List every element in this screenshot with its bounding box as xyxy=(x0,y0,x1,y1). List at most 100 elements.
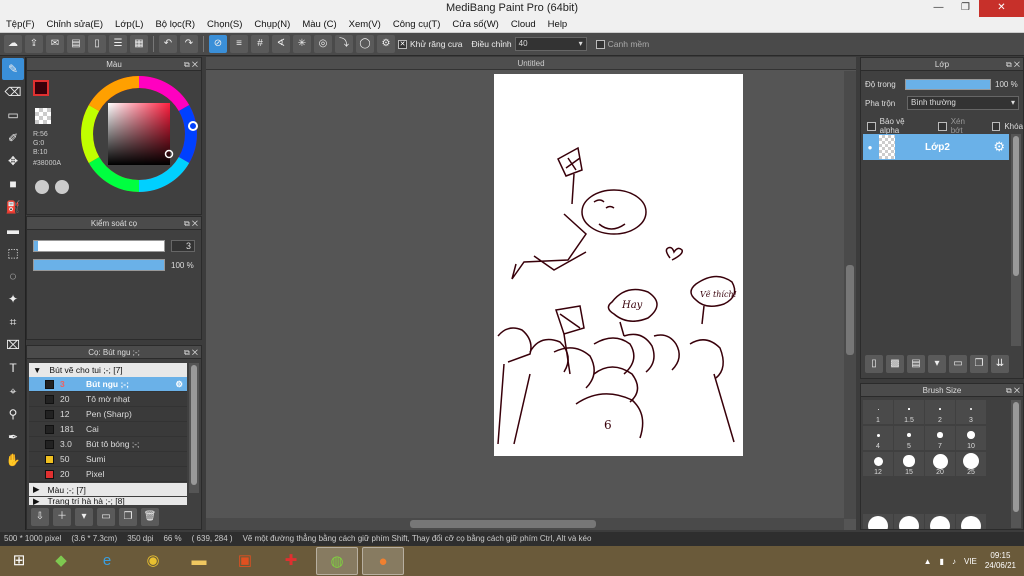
brush-size-preset[interactable]: 10 xyxy=(956,426,986,450)
trash-icon[interactable]: 🗑 xyxy=(141,508,159,526)
rectangle-tool-icon[interactable]: ▭ xyxy=(2,104,24,126)
cloud-icon[interactable]: ☁ xyxy=(4,35,22,53)
stroke-tool-icon[interactable]: ✐ xyxy=(2,127,24,149)
layer-opacity-slider[interactable] xyxy=(905,79,991,90)
comment-icon[interactable]: ✉ xyxy=(46,35,64,53)
duplicate-layer-icon[interactable]: ❐ xyxy=(970,355,988,373)
brush-size-slider[interactable] xyxy=(33,240,165,252)
brush-opacity-slider[interactable] xyxy=(33,259,165,271)
move-tool-icon[interactable]: ✥ xyxy=(2,150,24,172)
layer-folder-icon[interactable]: ▭ xyxy=(949,355,967,373)
add-menu-icon[interactable]: ▾ xyxy=(75,508,93,526)
drawing-canvas[interactable]: Hay Vẽ thích! 6 xyxy=(494,74,743,456)
brush-item[interactable]: 12 Pen (Sharp) xyxy=(29,407,187,422)
layer-settings-icon[interactable]: ⚙ xyxy=(993,139,1005,155)
menu-cloud[interactable]: Cloud xyxy=(505,17,542,32)
lock-checkbox[interactable] xyxy=(991,121,1001,131)
brush-size-preset[interactable]: 4 xyxy=(863,426,893,450)
bluestacks-icon[interactable]: ◆ xyxy=(40,547,82,575)
angle-snap-icon[interactable]: ∢ xyxy=(272,35,290,53)
gradient-tool-icon[interactable]: ▬ xyxy=(2,219,24,241)
new-layer-icon[interactable]: ▯ xyxy=(865,355,883,373)
clock[interactable]: 09:15 24/06/21 xyxy=(985,551,1016,571)
radial-snap-icon[interactable]: ✳ xyxy=(293,35,311,53)
grid-snap-icon[interactable]: # xyxy=(251,35,269,53)
brush-size-preset[interactable]: 25 xyxy=(956,452,986,476)
menu-view[interactable]: Xem(V) xyxy=(343,17,387,32)
volume-icon[interactable]: ♪ xyxy=(952,557,956,566)
panel-close-icon[interactable]: ⧉ ✕ xyxy=(1006,384,1020,397)
hue-wheel[interactable] xyxy=(79,74,199,194)
circle-snap-icon[interactable]: ◎ xyxy=(314,35,332,53)
message-icon[interactable]: ▤ xyxy=(67,35,85,53)
brush-item[interactable]: 20 Tô mờ nhạt xyxy=(29,392,187,407)
text-tool-icon[interactable]: T xyxy=(2,357,24,379)
language-indicator[interactable]: VIE xyxy=(964,557,977,566)
brush-size-preset[interactable]: 3 xyxy=(956,400,986,424)
redo-icon[interactable]: ↷ xyxy=(180,35,198,53)
hand-tool-icon[interactable]: ✋ xyxy=(2,449,24,471)
visibility-icon[interactable]: ● xyxy=(863,143,877,152)
brush-settings-icon[interactable]: ⚙ xyxy=(175,379,183,390)
soft-edge-option[interactable]: Canh mềm xyxy=(595,39,649,49)
internet-explorer-icon[interactable]: e xyxy=(86,547,128,575)
undo-icon[interactable]: ↶ xyxy=(159,35,177,53)
brush-group-header[interactable]: ▼ Bút vẽ cho tui ;-; [7] xyxy=(29,363,187,377)
panel-close-icon[interactable]: ⧉ ✕ xyxy=(184,217,198,230)
select-pen-tool-icon[interactable]: ⌗ xyxy=(2,311,24,333)
color-palette-icon[interactable] xyxy=(35,180,49,194)
menu-edit[interactable]: Chỉnh sửa(E) xyxy=(41,17,110,32)
add-layer-menu-icon[interactable]: ▾ xyxy=(928,355,946,373)
brush-size-preset[interactable]: 5 xyxy=(894,426,924,450)
brush-size-preset[interactable]: 1.5 xyxy=(894,400,924,424)
cloud-download-icon[interactable]: ⇩ xyxy=(31,508,49,526)
close-button[interactable]: ✕ xyxy=(979,0,1024,17)
brush-size-preset[interactable]: 1 xyxy=(863,400,893,424)
brush-item[interactable]: 3.0 Bút tô bóng ;-; xyxy=(29,437,187,452)
new-halftone-layer-icon[interactable]: ▩ xyxy=(886,355,904,373)
bucket-tool-icon[interactable]: ⛽ xyxy=(2,196,24,218)
share-icon[interactable]: ⇪ xyxy=(25,35,43,53)
settings-icon[interactable]: ⚙ xyxy=(377,35,395,53)
menu-file[interactable]: Tệp(F) xyxy=(0,17,41,32)
collapse-icon[interactable]: ▶ xyxy=(33,497,40,505)
tray-chevron-icon[interactable]: ▲ xyxy=(924,557,932,566)
paint-tool-icon[interactable]: ✚ xyxy=(270,547,312,575)
operation-tool-icon[interactable]: ⌖ xyxy=(2,380,24,402)
grid-page-icon[interactable]: ▦ xyxy=(130,35,148,53)
menu-select[interactable]: Chọn(S) xyxy=(201,17,248,32)
panel-close-icon[interactable]: ⧉ ✕ xyxy=(184,58,198,71)
blend-mode-select[interactable]: Bình thường xyxy=(907,96,1019,110)
chrome-icon[interactable]: ◉ xyxy=(132,547,174,575)
add-brush-icon[interactable]: ＋ xyxy=(53,508,71,526)
antialias-checkbox[interactable]: ✕ xyxy=(398,39,407,49)
brush-item[interactable]: 20 Pixel xyxy=(29,467,187,482)
menu-window[interactable]: Cửa số(W) xyxy=(446,17,504,32)
menu-layer[interactable]: Lớp(L) xyxy=(109,17,149,32)
magic-wand-tool-icon[interactable]: ✦ xyxy=(2,288,24,310)
select-tool-icon[interactable]: ⬚ xyxy=(2,242,24,264)
menu-snap[interactable]: Chụp(N) xyxy=(248,17,296,32)
brush-size-preset[interactable]: 15 xyxy=(894,452,924,476)
medibang-taskbar-icon[interactable]: ● xyxy=(362,547,404,575)
minimize-button[interactable]: — xyxy=(925,0,952,17)
curve-snap-icon[interactable]: ⤵ xyxy=(335,35,353,53)
maximize-button[interactable]: ❐ xyxy=(952,0,979,17)
page-icon[interactable]: ▯ xyxy=(88,35,106,53)
office-icon[interactable]: ▣ xyxy=(224,547,266,575)
foreground-swatch[interactable] xyxy=(33,80,49,96)
ellipse-snap-icon[interactable]: ◯ xyxy=(356,35,374,53)
brush-group-header[interactable]: ▶ Trang trí hà hà ;-; [8] xyxy=(29,497,187,505)
file-explorer-icon[interactable]: ▬ xyxy=(178,547,220,575)
parallel-snap-icon[interactable]: ≡ xyxy=(230,35,248,53)
network-icon[interactable]: ▮ xyxy=(940,557,944,566)
select-eraser-tool-icon[interactable]: ⌧ xyxy=(2,334,24,356)
brush-tool-icon[interactable]: ✎ xyxy=(2,58,24,80)
folder-icon[interactable]: ▭ xyxy=(97,508,115,526)
brush-size-preset[interactable]: 12 xyxy=(863,452,893,476)
brush-size-preset[interactable]: 20 xyxy=(925,452,955,476)
brush-size-value[interactable]: 3 xyxy=(171,240,195,252)
windows-start-icon[interactable]: ⊞ xyxy=(2,547,36,575)
page-list-icon[interactable]: ☰ xyxy=(109,35,127,53)
clipping-checkbox[interactable] xyxy=(938,121,947,131)
